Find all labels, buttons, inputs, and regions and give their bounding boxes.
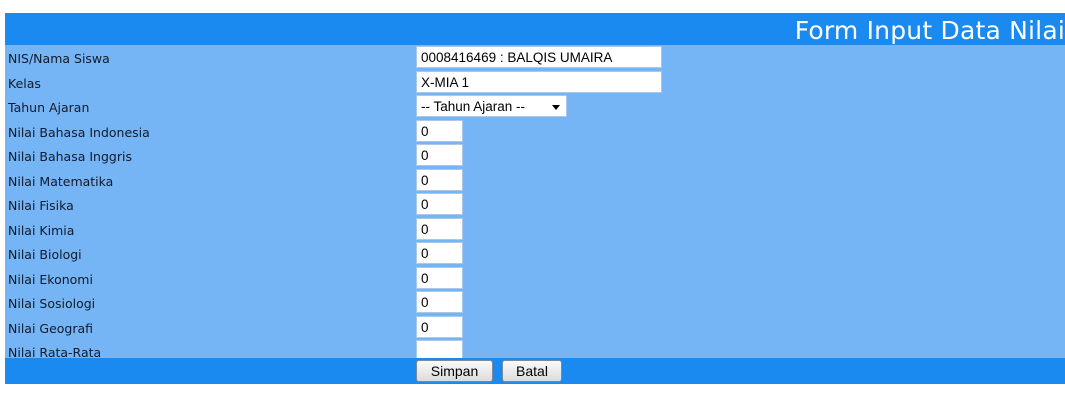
nilai-kimia-label: Nilai Kimia [8,222,75,238]
tahun-ajaran-selected: -- Tahun Ajaran -- [421,99,526,114]
nilai-bahasa-inggris-label: Nilai Bahasa Inggris [8,149,132,164]
nilai-sosiologi-label: Nilai Sosiologi [8,296,96,311]
nilai-fisika-label: Nilai Fisika [8,198,74,213]
nilai-biologi-field[interactable]: 0 [416,242,463,264]
nilai-matematika-label: Nilai Matematika [8,173,114,189]
nilai-ekonomi-field[interactable]: 0 [416,266,463,289]
nilai-rata-rata-field[interactable] [416,340,463,360]
nilai-sosiologi-field[interactable]: 0 [416,291,463,313]
kelas-field[interactable]: X-MIA 1 [416,70,662,93]
nilai-fisika-field[interactable]: 0 [416,193,463,215]
form-footer: Simpan Batal [5,358,1065,384]
nilai-ekonomi-row: Nilai Ekonomi 0 [5,266,1065,291]
nilai-matematika-field[interactable]: 0 [416,168,463,191]
tahun-ajaran-row: Tahun Ajaran -- Tahun Ajaran -- [5,94,1065,119]
nilai-matematika-row: Nilai Matematika 0 [5,168,1065,193]
simpan-button[interactable]: Simpan [416,360,493,382]
nilai-sosiologi-row: Nilai Sosiologi 0 [5,290,1065,315]
nilai-biologi-label: Nilai Biologi [8,247,82,262]
nilai-bahasa-inggris-row: Nilai Bahasa Inggris 0 [5,143,1065,168]
nilai-bahasa-inggris-field[interactable]: 0 [416,144,463,166]
nis-nama-field[interactable]: 0008416469 : BALQIS UMAIRA [416,46,662,68]
chevron-down-icon[interactable] [552,105,560,110]
nilai-kimia-row: Nilai Kimia 0 [5,217,1065,242]
nilai-geografi-field[interactable]: 0 [416,315,463,338]
tahun-ajaran-select[interactable]: -- Tahun Ajaran -- [416,95,567,117]
nilai-geografi-row: Nilai Geografi 0 [5,315,1065,340]
nilai-biologi-row: Nilai Biologi 0 [5,241,1065,266]
batal-button[interactable]: Batal [502,360,562,382]
tahun-ajaran-label: Tahun Ajaran [8,100,90,115]
nis-nama-label: NIS/Nama Siswa [8,51,110,66]
kelas-label: Kelas [8,75,41,91]
nis-nama-row: NIS/Nama Siswa 0008416469 : BALQIS UMAIR… [5,45,1065,70]
nilai-bahasa-indonesia-field[interactable]: 0 [416,119,463,142]
nilai-ekonomi-label: Nilai Ekonomi [8,271,93,287]
kelas-row: Kelas X-MIA 1 [5,70,1065,95]
nilai-kimia-field[interactable]: 0 [416,217,463,240]
nilai-bahasa-indonesia-row: Nilai Bahasa Indonesia 0 [5,119,1065,144]
form-title: Form Input Data Nilai [794,16,1065,45]
nilai-geografi-label: Nilai Geografi [8,320,94,336]
form-header: Form Input Data Nilai [5,13,1065,45]
nilai-fisika-row: Nilai Fisika 0 [5,192,1065,217]
input-nilai-form: Form Input Data Nilai NIS/Nama Siswa 000… [5,13,1065,384]
nilai-bahasa-indonesia-label: Nilai Bahasa Indonesia [8,124,150,140]
